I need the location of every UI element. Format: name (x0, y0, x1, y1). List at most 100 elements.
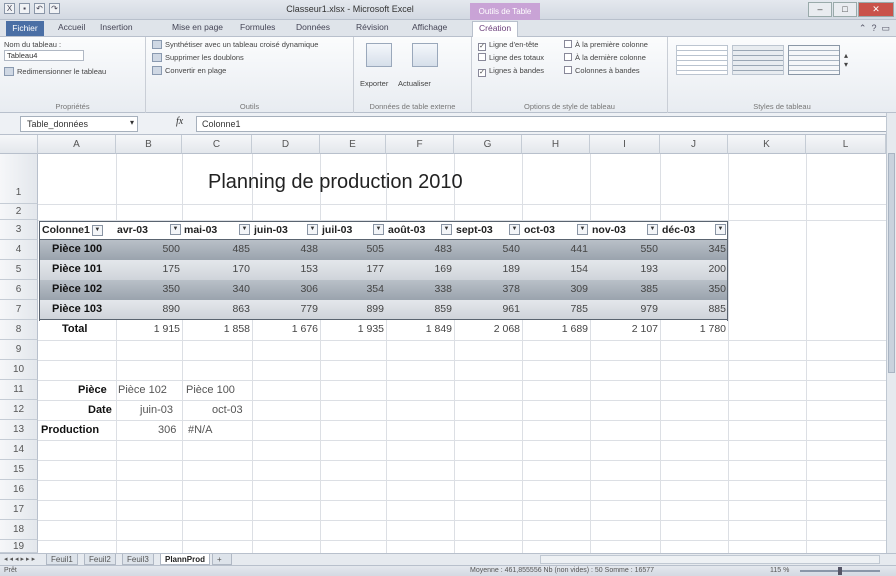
help-icon[interactable]: ? (871, 23, 876, 34)
scrollbar-thumb[interactable] (888, 153, 895, 373)
filter-dropdown-icon[interactable]: ▼ (307, 224, 318, 235)
row-header[interactable]: 14 (0, 440, 38, 460)
row-label[interactable]: Pièce 100 (52, 243, 102, 255)
zoom-slider-handle[interactable] (838, 567, 842, 575)
data-cell[interactable]: 890 (120, 303, 180, 315)
lookup-production-1[interactable]: 306 (158, 424, 176, 436)
minimize-ribbon-icon[interactable]: ⌃ (859, 23, 867, 34)
data-cell[interactable]: 170 (190, 263, 250, 275)
refresh-icon[interactable] (412, 43, 438, 67)
data-cell[interactable]: 200 (666, 263, 726, 275)
lookup-piece-2[interactable]: Pièce 100 (186, 384, 235, 396)
data-cell[interactable]: 340 (190, 283, 250, 295)
tab-insertion[interactable]: Insertion (100, 22, 133, 32)
export-icon[interactable] (366, 43, 392, 67)
filter-dropdown-icon[interactable]: ▼ (373, 224, 384, 235)
row-header[interactable]: 10 (0, 360, 38, 380)
row-header[interactable]: 12 (0, 400, 38, 420)
formula-input[interactable]: Colonne1 (196, 116, 892, 132)
lookup-date-1[interactable]: juin-03 (140, 404, 173, 416)
redo-icon[interactable]: ↷ (49, 3, 60, 14)
total-cell[interactable]: 1 780 (666, 323, 726, 335)
table-header[interactable]: juil-03 ▼ (322, 224, 386, 236)
lookup-production-2[interactable]: #N/A (188, 424, 212, 436)
row-label[interactable]: Pièce 101 (52, 263, 102, 275)
table-style-swatch[interactable] (676, 45, 728, 75)
window-restore-icon[interactable]: ▭ (881, 23, 890, 34)
horizontal-scrollbar[interactable] (540, 555, 880, 564)
banded-rows-checkbox[interactable]: ✓ Lignes à bandes (478, 66, 544, 77)
data-cell[interactable]: 193 (598, 263, 658, 275)
data-cell[interactable]: 785 (528, 303, 588, 315)
data-cell[interactable]: 338 (392, 283, 452, 295)
first-column-checkbox[interactable]: À la première colonne (564, 40, 648, 49)
total-label[interactable]: Total (62, 323, 87, 335)
save-icon[interactable]: ▪ (19, 3, 30, 14)
resize-table-button[interactable]: Redimensionner le tableau (4, 67, 106, 76)
data-cell[interactable]: 863 (190, 303, 250, 315)
column-header[interactable]: E (320, 135, 386, 154)
data-cell[interactable]: 859 (392, 303, 452, 315)
data-cell[interactable]: 350 (666, 283, 726, 295)
table-header[interactable]: oct-03 ▼ (524, 224, 590, 236)
header-row-checkbox[interactable]: ✓ Ligne d'en-tête (478, 40, 538, 51)
data-cell[interactable]: 550 (598, 243, 658, 255)
name-box[interactable]: Table_données ▾ (20, 116, 138, 132)
export-button-label[interactable]: Exporter (360, 79, 388, 88)
data-cell[interactable]: 505 (324, 243, 384, 255)
data-cell[interactable]: 175 (120, 263, 180, 275)
row-header[interactable]: 7 (0, 300, 38, 320)
lookup-piece-1[interactable]: Pièce 102 (118, 384, 167, 396)
total-row-checkbox[interactable]: Ligne des totaux (478, 53, 544, 62)
column-header[interactable]: F (386, 135, 454, 154)
lookup-piece-label[interactable]: Pièce (78, 384, 107, 396)
column-header[interactable]: J (660, 135, 728, 154)
row-header[interactable]: 6 (0, 280, 38, 300)
vertical-scrollbar[interactable] (886, 113, 896, 553)
sheet-tab-active[interactable]: PlannProd (160, 554, 211, 565)
last-column-checkbox[interactable]: À la dernière colonne (564, 53, 646, 62)
remove-duplicates-button[interactable]: Supprimer les doublons (152, 53, 244, 62)
tab-formules[interactable]: Formules (240, 22, 275, 32)
row-header[interactable]: 13 (0, 420, 38, 440)
close-button[interactable]: ✕ (858, 2, 894, 17)
row-header[interactable]: 19 (0, 540, 38, 553)
table-style-swatch[interactable] (732, 45, 784, 75)
gallery-scroll-icon[interactable]: ▴ ▾ (844, 51, 848, 69)
row-header[interactable]: 16 (0, 480, 38, 500)
row-header[interactable]: 11 (0, 380, 38, 400)
table-header[interactable]: mai-03 ▼ (184, 224, 252, 236)
lookup-date-2[interactable]: oct-03 (212, 404, 243, 416)
row-label[interactable]: Pièce 103 (52, 303, 102, 315)
data-cell[interactable]: 779 (258, 303, 318, 315)
table-header[interactable]: sept-03 ▼ (456, 224, 522, 236)
tab-fichier[interactable]: Fichier (6, 21, 44, 36)
data-cell[interactable]: 500 (120, 243, 180, 255)
filter-dropdown-icon[interactable]: ▼ (577, 224, 588, 235)
tab-revision[interactable]: Révision (356, 22, 389, 32)
row-header[interactable]: 3 (0, 220, 38, 240)
convert-range-button[interactable]: Convertir en plage (152, 66, 226, 75)
column-header[interactable]: L (806, 135, 886, 154)
data-cell[interactable]: 309 (528, 283, 588, 295)
column-header[interactable]: B (116, 135, 182, 154)
tab-donnees[interactable]: Données (296, 22, 330, 32)
sheet-tab[interactable]: Feuil2 (84, 554, 116, 565)
data-cell[interactable]: 153 (258, 263, 318, 275)
data-cell[interactable]: 154 (528, 263, 588, 275)
data-cell[interactable]: 385 (598, 283, 658, 295)
column-header[interactable]: K (728, 135, 806, 154)
data-cell[interactable]: 441 (528, 243, 588, 255)
select-all-corner[interactable] (0, 135, 38, 154)
total-cell[interactable]: 1 858 (190, 323, 250, 335)
filter-dropdown-icon[interactable]: ▼ (170, 224, 181, 235)
table-header[interactable]: juin-03 ▼ (254, 224, 320, 236)
filter-dropdown-icon[interactable]: ▼ (647, 224, 658, 235)
data-cell[interactable]: 979 (598, 303, 658, 315)
function-icon[interactable]: fx (176, 116, 183, 127)
refresh-button-label[interactable]: Actualiser (398, 79, 431, 88)
data-cell[interactable]: 177 (324, 263, 384, 275)
insert-sheet-icon[interactable]: + (212, 554, 232, 565)
column-header[interactable]: D (252, 135, 320, 154)
tab-accueil[interactable]: Accueil (58, 22, 85, 32)
